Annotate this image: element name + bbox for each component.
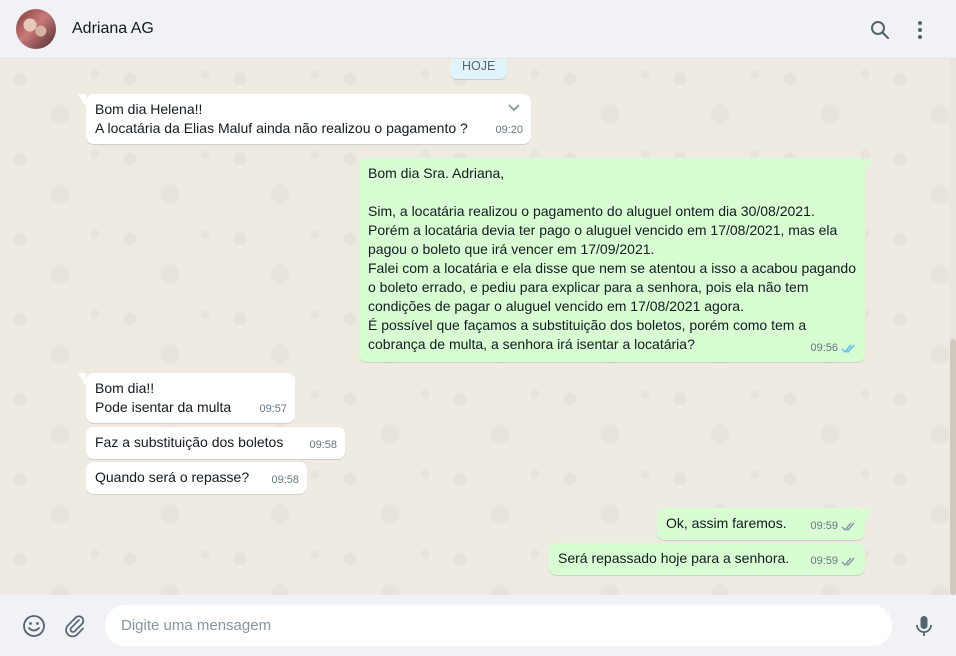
contact-name[interactable]: Adriana AG [72, 20, 154, 38]
date-separator: HOJE [450, 59, 508, 79]
message-time: 09:59 [810, 520, 838, 532]
search-icon[interactable] [868, 18, 892, 42]
message-text: Quando será o repasse? [95, 469, 250, 485]
composer [0, 595, 956, 656]
message-time: 09:58 [271, 474, 299, 486]
message-bubble-outgoing[interactable]: Ok, assim faremos. 09:59 [657, 508, 873, 540]
message-list[interactable]: HOJE Bom dia Helena!! A locatária da Eli… [0, 59, 950, 595]
bubble-tail [78, 94, 86, 107]
message-bubble-outgoing[interactable]: Será repassado hoje para a senhora. 09:5… [549, 543, 865, 575]
message-input[interactable] [105, 605, 892, 646]
message-meta: 09:56 [810, 339, 857, 358]
message-time: 09:57 [259, 403, 287, 415]
chat-header: Adriana AG [0, 0, 956, 59]
double-check-icon [841, 522, 855, 532]
message-text: Bom dia Helena!! A locatária da Elias Ma… [95, 101, 468, 136]
double-check-icon [841, 557, 855, 567]
message-text: Bom dia!! Pode isentar da multa [95, 380, 232, 415]
scrollbar[interactable] [950, 59, 956, 595]
menu-icon[interactable] [908, 18, 932, 42]
emoji-icon[interactable] [21, 613, 47, 639]
message-time: 09:56 [810, 342, 838, 354]
message-bubble-incoming[interactable]: Faz a substituição dos boletos 09:58 [86, 427, 345, 459]
message-meta: 09:59 [810, 517, 857, 536]
message-meta: 09:59 [810, 552, 857, 571]
message-bubble-incoming[interactable]: Bom dia!! Pode isentar da multa 09:57 [78, 373, 295, 423]
scrollbar-thumb[interactable] [950, 339, 956, 595]
message-time: 09:58 [309, 439, 337, 451]
message-bubble-incoming[interactable]: Bom dia Helena!! A locatária da Elias Ma… [78, 94, 531, 144]
message-bubble-incoming[interactable]: Quando será o repasse? 09:58 [86, 462, 307, 494]
double-check-read-icon [841, 344, 855, 354]
message-time: 09:20 [495, 124, 523, 136]
avatar[interactable] [16, 9, 56, 49]
bubble-tail [78, 373, 86, 386]
message-text: Faz a substituição dos boletos [95, 434, 284, 450]
message-bubble-outgoing[interactable]: Bom dia Sra. Adriana, Sim, a locatária r… [359, 158, 873, 362]
message-time: 09:59 [810, 555, 838, 567]
bubble-tail [865, 158, 873, 171]
message-meta: 09:58 [271, 471, 299, 490]
message-text: Bom dia Sra. Adriana, Sim, a locatária r… [368, 165, 856, 352]
message-meta: 09:57 [259, 400, 287, 419]
chevron-down-icon[interactable] [505, 98, 523, 116]
message-meta: 09:58 [309, 436, 337, 455]
message-meta: 09:20 [495, 121, 523, 140]
bubble-tail [865, 508, 873, 521]
microphone-icon[interactable] [911, 613, 937, 639]
attach-icon[interactable] [62, 613, 88, 639]
